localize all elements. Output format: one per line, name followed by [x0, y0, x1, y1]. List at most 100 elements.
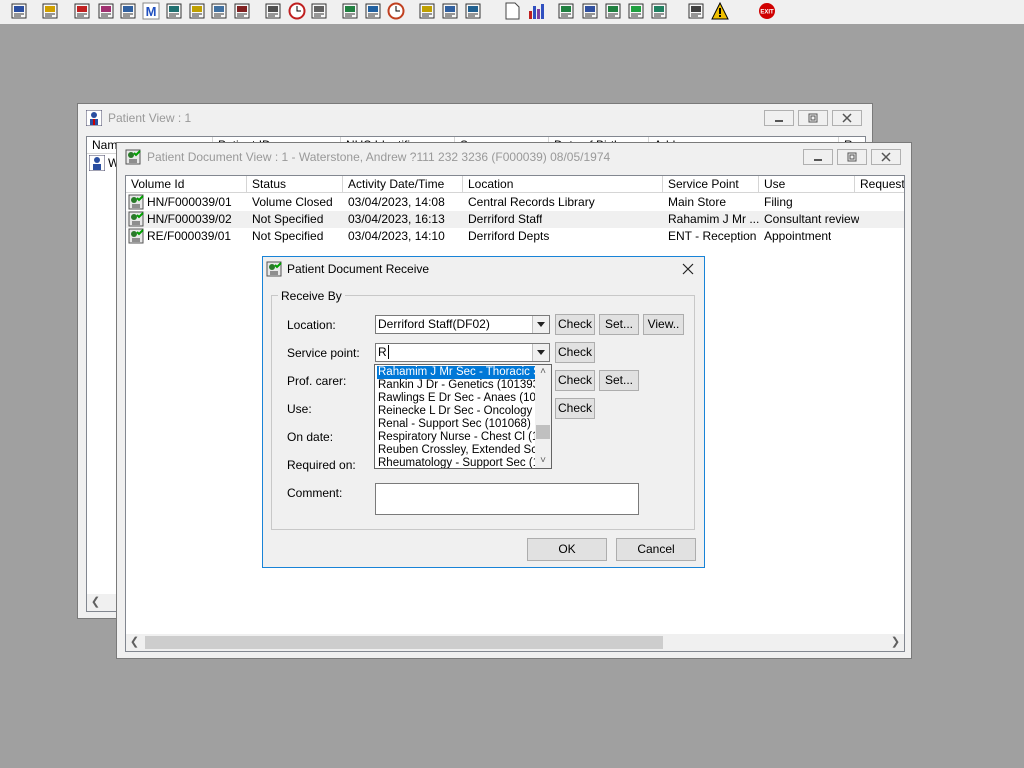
book-button[interactable]: [72, 1, 92, 21]
calendar-button[interactable]: [363, 1, 383, 21]
timer-button[interactable]: [386, 1, 406, 21]
horizontal-scrollbar[interactable]: ❮: [87, 594, 117, 611]
print-button[interactable]: [40, 1, 60, 21]
scroll-left-arrow[interactable]: ❮: [126, 634, 143, 651]
doctor-button[interactable]: [164, 1, 184, 21]
dropdown-option[interactable]: Rankin J Dr - Genetics (101393): [377, 379, 536, 392]
column-header-location[interactable]: Location: [463, 176, 663, 193]
warning-button[interactable]: [710, 1, 730, 21]
table-row[interactable]: HN/F000039/02 Not Specified 03/04/2023, 16…: [126, 211, 904, 228]
dropdown-option[interactable]: Rheumatology - Support Sec (10: [377, 457, 536, 468]
location-dropdown-button[interactable]: [532, 316, 549, 333]
table-row[interactable]: HN/F000039/01 Volume Closed 03/04/2023, 14…: [126, 194, 904, 211]
location-set-button[interactable]: Set...: [599, 314, 639, 335]
chart-icon: [342, 3, 358, 19]
horizontal-scrollbar[interactable]: ❮ ❯: [126, 634, 904, 651]
globe-button[interactable]: [556, 1, 576, 21]
patient-button[interactable]: [9, 1, 29, 21]
service-point-label: Service point:: [287, 346, 360, 360]
location-combo[interactable]: Derriford Staff(DF02): [375, 315, 550, 334]
column-header-activity-date[interactable]: Activity Date/Time: [343, 176, 463, 193]
receive-icon: [651, 3, 667, 19]
flag-button[interactable]: [232, 1, 252, 21]
document-view-titlebar[interactable]: Patient Document View : 1 - Waterstone, …: [117, 143, 911, 171]
prof-carer-check-button[interactable]: Check: [555, 370, 595, 391]
dropdown-vertical-scrollbar[interactable]: ˄ ˅: [535, 365, 551, 468]
column-header-service-point[interactable]: Service Point: [663, 176, 759, 193]
green-check-button[interactable]: [626, 1, 646, 21]
folder-icon: [419, 3, 435, 19]
monitor-icon: [311, 3, 327, 19]
document-receive-icon: [266, 261, 282, 277]
location-cell: Derriford Staff: [468, 212, 543, 226]
scroll-left-arrow[interactable]: ❮: [87, 594, 104, 611]
dropdown-option[interactable]: Respiratory Nurse - Chest Cl (101: [377, 431, 536, 444]
dropdown-option[interactable]: Rawlings E Dr Sec - Anaes (1006: [377, 392, 536, 405]
m-letter-button[interactable]: M: [141, 1, 161, 21]
close-button[interactable]: [871, 149, 901, 165]
status-cell: Not Specified: [252, 229, 324, 243]
dropdown-option[interactable]: Reuben Crossley, Extended Scop: [377, 444, 536, 457]
maximize-button[interactable]: [798, 110, 828, 126]
printer-queue-button[interactable]: [440, 1, 460, 21]
bar-chart-button[interactable]: [526, 1, 546, 21]
check-doc-button[interactable]: [580, 1, 600, 21]
warning-icon: [711, 2, 729, 20]
clock-button[interactable]: [287, 1, 307, 21]
ok-button[interactable]: OK: [527, 538, 607, 561]
maximize-button[interactable]: [837, 149, 867, 165]
service-point-dropdown-list[interactable]: Rahamim J Mr Sec - Thoracic Su Rankin J D…: [374, 364, 552, 469]
comment-field[interactable]: [375, 483, 639, 515]
scroll-right-arrow[interactable]: ❯: [887, 634, 904, 651]
minimize-button[interactable]: [803, 149, 833, 165]
scroll-thumb[interactable]: [145, 636, 663, 649]
close-button[interactable]: [832, 110, 862, 126]
scroll-up-arrow[interactable]: ˄: [535, 365, 551, 379]
dropdown-option[interactable]: Renal - Support Sec (101068): [377, 418, 536, 431]
exit-button[interactable]: EXIT: [757, 1, 777, 21]
dropdown-option[interactable]: Reinecke L Dr Sec - Oncology (1: [377, 405, 536, 418]
scroll-down-arrow[interactable]: ˅: [535, 454, 551, 468]
comment-label: Comment:: [287, 486, 343, 500]
dialog-title: Patient Document Receive: [287, 262, 430, 276]
timer-icon: [387, 2, 405, 20]
receive-button[interactable]: [649, 1, 669, 21]
tick-doc-button[interactable]: [603, 1, 623, 21]
document-volume-icon: [128, 211, 144, 227]
dropdown-option[interactable]: Rahamim J Mr Sec - Thoracic Su: [377, 366, 536, 379]
column-header-requested[interactable]: Requeste: [855, 176, 904, 193]
list-view-icon: [120, 3, 136, 19]
service-point-input[interactable]: R: [378, 345, 387, 359]
notes-icon: [189, 3, 205, 19]
bed-button[interactable]: [463, 1, 483, 21]
notes-button[interactable]: [187, 1, 207, 21]
column-header-use[interactable]: Use: [759, 176, 855, 193]
folder-button[interactable]: [417, 1, 437, 21]
location-label: Location:: [287, 318, 336, 332]
location-check-button[interactable]: Check: [555, 314, 595, 335]
service-point-check-button[interactable]: Check: [555, 342, 595, 363]
location-view-button[interactable]: View..: [643, 314, 684, 335]
prof-carer-set-button[interactable]: Set...: [599, 370, 639, 391]
patient-view-titlebar[interactable]: Patient View : 1: [78, 104, 872, 132]
service-point-dropdown-button[interactable]: [532, 344, 549, 361]
scroll-thumb[interactable]: [536, 425, 550, 439]
document-search-button[interactable]: [263, 1, 283, 21]
table-row[interactable]: RE/F000039/01 Not Specified 03/04/2023, 14…: [126, 228, 904, 245]
document-volume-icon: [128, 194, 144, 210]
monitor-button[interactable]: [309, 1, 329, 21]
cancel-button[interactable]: Cancel: [616, 538, 696, 561]
minimize-button[interactable]: [764, 110, 794, 126]
close-icon[interactable]: [680, 261, 696, 277]
transfer-button[interactable]: [209, 1, 229, 21]
blank-page-button[interactable]: [502, 1, 522, 21]
service-point-combo[interactable]: R: [375, 343, 550, 362]
column-header-volume-id[interactable]: Volume Id: [126, 176, 247, 193]
list-view-button[interactable]: [118, 1, 138, 21]
patient-icon: [86, 110, 102, 126]
column-header-status[interactable]: Status: [247, 176, 343, 193]
use-check-button[interactable]: Check: [555, 398, 595, 419]
swap-button[interactable]: [686, 1, 706, 21]
chart-button[interactable]: [340, 1, 360, 21]
edit-book-button[interactable]: [96, 1, 116, 21]
